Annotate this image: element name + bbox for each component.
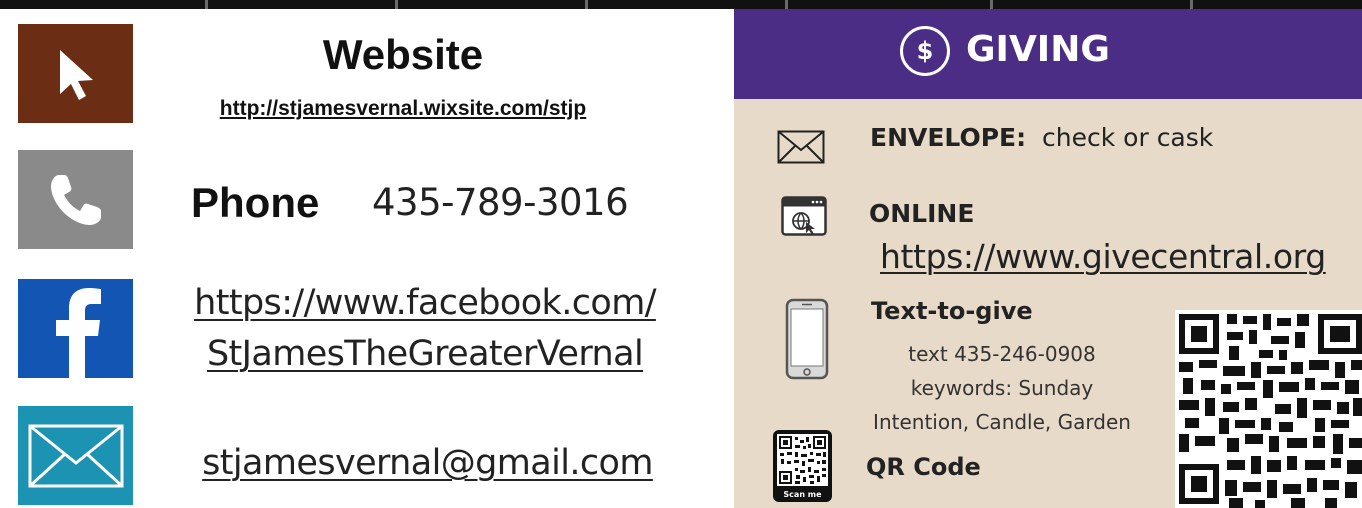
- mail-tile: [18, 406, 133, 505]
- online-link[interactable]: https://www.givecentral.org: [880, 240, 1326, 273]
- text-to-give-keywords: keywords: Sunday: [910, 376, 1094, 400]
- phone-tile: [18, 150, 133, 249]
- phone-number[interactable]: 435-789-3016: [372, 184, 629, 221]
- qr-code-icon[interactable]: [1175, 310, 1362, 508]
- qr-code-label: QR Code: [866, 453, 981, 481]
- smartphone-icon: [785, 298, 829, 380]
- envelope-text: ENVELOPE: check or cask: [870, 125, 1213, 150]
- facebook-link-line2[interactable]: StJamesTheGreaterVernal: [160, 337, 690, 372]
- phone-label: Phone: [191, 179, 320, 226]
- scan-me-label: Scan me: [783, 490, 822, 499]
- facebook-link-line1[interactable]: https://www.facebook.com/: [160, 286, 690, 321]
- website-link[interactable]: http://stjamesvernal.wixsite.com/stjp: [148, 97, 658, 121]
- cursor-icon: [59, 49, 93, 100]
- email-link[interactable]: stjamesvernal@gmail.com: [160, 446, 695, 481]
- text-to-give-number: text 435-246-0908: [908, 342, 1096, 366]
- top-border: [0, 0, 1362, 9]
- qr-code-small: Scan me: [773, 430, 832, 502]
- giving-title: GIVING: [966, 29, 1110, 70]
- envelope-detail: check or cask: [1042, 123, 1214, 152]
- text-to-give-title: Text-to-give: [871, 297, 1033, 325]
- facebook-tile: [18, 279, 133, 378]
- mail-icon: [28, 424, 123, 487]
- dollar-icon: $: [900, 26, 950, 76]
- phone-icon: [50, 174, 101, 225]
- online-label: ONLINE: [869, 199, 975, 228]
- browser-icon: [781, 196, 827, 236]
- envelope-icon: [777, 130, 825, 164]
- website-tile: [18, 24, 133, 123]
- facebook-icon: [55, 288, 101, 378]
- text-to-give-keywords-cont: Intention, Candle, Garden: [873, 410, 1131, 434]
- envelope-label: ENVELOPE:: [870, 123, 1027, 152]
- website-title: Website: [322, 31, 484, 78]
